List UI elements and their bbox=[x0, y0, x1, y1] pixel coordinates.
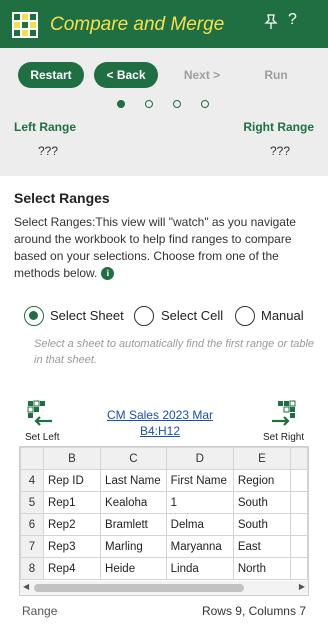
cell[interactable]: Region bbox=[232, 469, 292, 492]
back-button[interactable]: < Back bbox=[94, 62, 158, 88]
cell[interactable]: South bbox=[232, 491, 292, 514]
scrollbar-thumb[interactable] bbox=[34, 584, 244, 592]
radio-button-icon[interactable] bbox=[235, 306, 255, 326]
left-range-label: Left Range bbox=[14, 120, 77, 134]
table-row: 4 Rep ID Last Name First Name Region bbox=[20, 469, 308, 492]
cell[interactable]: Rep2 bbox=[42, 513, 102, 536]
scroll-left-icon[interactable]: ◀ bbox=[23, 582, 29, 591]
wizard-panel: Restart < Back Next > Run Left Range Rig… bbox=[0, 48, 328, 176]
help-icon[interactable]: ? bbox=[288, 11, 297, 29]
cell[interactable]: First Name bbox=[165, 469, 234, 492]
column-header: B bbox=[42, 447, 102, 470]
cell[interactable]: Rep ID bbox=[42, 469, 102, 492]
cell[interactable]: North bbox=[232, 557, 292, 580]
sheet-range-link[interactable]: CM Sales 2023 Mar B4:H12 bbox=[96, 407, 224, 439]
cell[interactable]: Rep3 bbox=[42, 535, 102, 558]
cell[interactable] bbox=[290, 491, 308, 514]
app-title: Compare and Merge bbox=[50, 14, 225, 35]
column-header: E bbox=[232, 447, 292, 470]
section-description: Select Ranges:This view will "watch" as … bbox=[14, 214, 316, 282]
column-header: C bbox=[100, 447, 167, 470]
radio-label: Select Cell bbox=[161, 308, 224, 323]
cell[interactable]: Kealoha bbox=[100, 491, 167, 514]
step-dot bbox=[173, 100, 181, 108]
cell[interactable] bbox=[290, 513, 308, 536]
table-row: 6 Rep2 Bramlett Delma South bbox=[20, 513, 308, 536]
cell[interactable]: Maryanna bbox=[165, 535, 234, 558]
table-row: 8 Rep4 Heide Linda North bbox=[20, 557, 308, 580]
range-label: Range bbox=[22, 604, 58, 618]
hint-text: Select a sheet to automatically find the… bbox=[34, 338, 315, 366]
restart-button[interactable]: Restart bbox=[18, 62, 84, 88]
cell[interactable]: Marling bbox=[100, 535, 167, 558]
pin-icon[interactable] bbox=[264, 14, 278, 30]
corner-cell bbox=[20, 447, 44, 470]
step-dot bbox=[117, 100, 125, 108]
row-number: 7 bbox=[20, 535, 44, 558]
link-range-address[interactable]: B4:H12 bbox=[96, 423, 224, 439]
right-range-label: Right Range bbox=[243, 120, 314, 134]
cell[interactable]: Rep1 bbox=[42, 491, 102, 514]
set-right-button[interactable]: Set Right bbox=[263, 432, 304, 443]
set-left-button[interactable]: Set Left bbox=[25, 432, 59, 443]
column-header-row: B C D E bbox=[20, 447, 308, 470]
cell[interactable]: Bramlett bbox=[100, 513, 167, 536]
range-preview-grid[interactable]: B C D E 4 Rep ID Last Name First Name Re… bbox=[19, 446, 309, 596]
row-number: 8 bbox=[20, 557, 44, 580]
compare-merge-logo-icon bbox=[12, 12, 38, 38]
row-number: 5 bbox=[20, 491, 44, 514]
cell[interactable]: Heide bbox=[100, 557, 167, 580]
step-dot bbox=[201, 100, 209, 108]
scroll-right-icon[interactable]: ▶ bbox=[299, 582, 305, 591]
run-button[interactable]: Run bbox=[256, 62, 296, 88]
cell[interactable]: East bbox=[232, 535, 292, 558]
section-title: Select Ranges bbox=[14, 190, 110, 206]
horizontal-scrollbar[interactable]: ◀ ▶ bbox=[20, 581, 308, 595]
cell[interactable] bbox=[290, 469, 308, 492]
row-number: 4 bbox=[20, 469, 44, 492]
right-range-value: ??? bbox=[270, 144, 291, 158]
set-left-icon[interactable] bbox=[26, 400, 54, 426]
cell[interactable]: 1 bbox=[165, 491, 234, 514]
cell[interactable] bbox=[290, 535, 308, 558]
step-dot bbox=[145, 100, 153, 108]
column-header bbox=[290, 447, 308, 470]
app-header: Compare and Merge ? bbox=[0, 0, 328, 48]
preview-table: B C D E 4 Rep ID Last Name First Name Re… bbox=[20, 447, 308, 580]
table-row: 5 Rep1 Kealoha 1 South bbox=[20, 491, 308, 514]
set-right-icon[interactable] bbox=[270, 400, 298, 426]
cell[interactable]: Last Name bbox=[100, 469, 167, 492]
table-row: 7 Rep3 Marling Maryanna East bbox=[20, 535, 308, 558]
info-icon[interactable]: i bbox=[101, 267, 115, 281]
link-sheet-name[interactable]: CM Sales 2023 Mar bbox=[96, 407, 224, 423]
cell[interactable] bbox=[290, 557, 308, 580]
cell[interactable]: South bbox=[232, 513, 292, 536]
cell[interactable]: Delma bbox=[165, 513, 234, 536]
radio-label: Manual bbox=[261, 308, 304, 323]
radio-label: Select Sheet bbox=[50, 308, 124, 323]
rows-columns-count: Rows 9, Columns 7 bbox=[201, 604, 306, 618]
description-text: Select Ranges:This view will "watch" as … bbox=[14, 215, 296, 280]
row-number: 6 bbox=[20, 513, 44, 536]
next-button[interactable]: Next > bbox=[176, 62, 228, 88]
column-header: D bbox=[165, 447, 234, 470]
left-range-value: ??? bbox=[38, 144, 59, 158]
radio-button-icon[interactable] bbox=[24, 306, 44, 326]
cell[interactable]: Rep4 bbox=[42, 557, 102, 580]
radio-button-icon[interactable] bbox=[134, 306, 154, 326]
cell[interactable]: Linda bbox=[165, 557, 234, 580]
